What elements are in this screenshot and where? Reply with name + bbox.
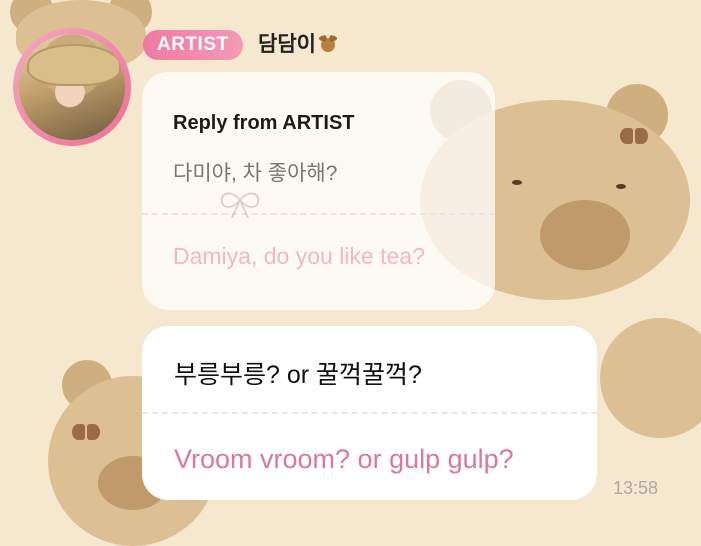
artist-badge: ARTIST — [143, 30, 243, 60]
ribbon-icon — [220, 192, 260, 218]
bow-icon — [620, 128, 648, 144]
avatar-photo — [19, 34, 125, 140]
avatar[interactable] — [13, 28, 131, 146]
sender-name-text: 담담이 — [258, 33, 316, 56]
bow-icon-2 — [72, 424, 100, 440]
reply-divider — [142, 213, 495, 215]
message-bubble[interactable]: 부릉부릉? or 꿀꺽꿀꺽? Vroom vroom? or gulp gulp… — [142, 326, 597, 500]
reply-original-english: Damiya, do you like tea? — [173, 243, 425, 269]
reply-original-korean: 다미야, 차 좋아해? — [173, 162, 338, 185]
sender-name: 담담이 — [258, 30, 338, 60]
reply-title: Reply from ARTIST — [173, 112, 355, 134]
hat-shape — [27, 44, 121, 86]
message-timestamp: 13:58 — [613, 478, 659, 498]
reply-bubble[interactable]: Reply from ARTIST 다미야, 차 좋아해? Damiya, do… — [142, 72, 495, 310]
message-english: Vroom vroom? or gulp gulp? — [174, 444, 514, 474]
message-korean: 부릉부릉? or 꿀꺽꿀꺽? — [174, 361, 422, 389]
teddy-bear-emoji-icon — [318, 34, 338, 54]
message-divider — [142, 412, 597, 414]
